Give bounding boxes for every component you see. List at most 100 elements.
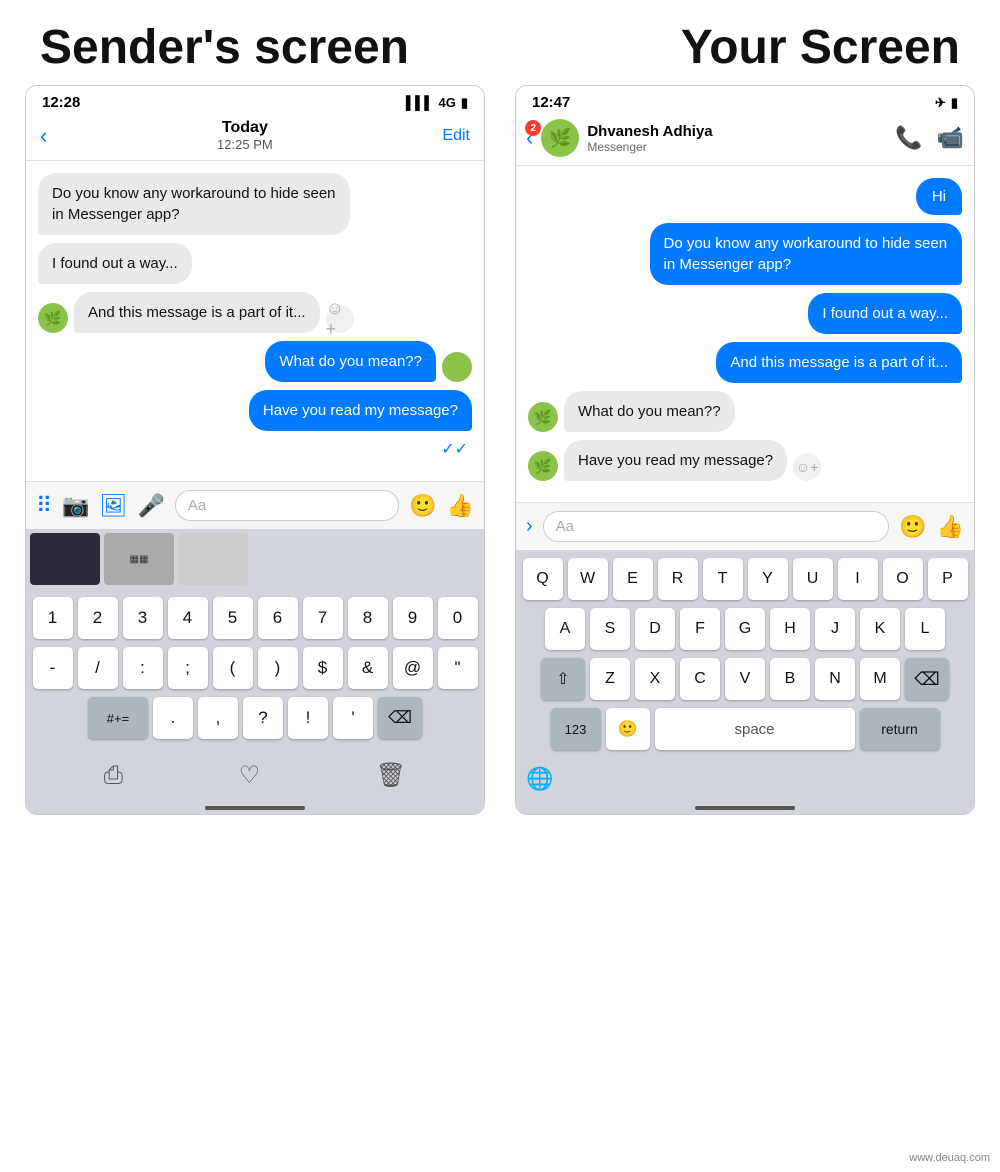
key-F[interactable]: F xyxy=(680,608,720,650)
key-U[interactable]: U xyxy=(793,558,833,600)
sender-input-box[interactable]: Aa xyxy=(175,490,399,521)
key-dollar[interactable]: $ xyxy=(303,647,343,689)
key-minus[interactable]: - xyxy=(33,647,73,689)
key-A[interactable]: A xyxy=(545,608,585,650)
key-T[interactable]: T xyxy=(703,558,743,600)
receiver-thumbsup-icon[interactable]: 👍 xyxy=(937,514,964,540)
apps-icon[interactable]: ⠿ xyxy=(36,493,52,519)
key-4[interactable]: 4 xyxy=(168,597,208,639)
photo-thumb-1[interactable] xyxy=(30,533,100,585)
key-V[interactable]: V xyxy=(725,658,765,700)
space-key[interactable]: space xyxy=(655,708,855,750)
shift-key[interactable]: ⇧ xyxy=(541,658,585,700)
sent-bubble-5: Have you read my message? xyxy=(249,390,472,431)
key-K[interactable]: K xyxy=(860,608,900,650)
receiver-back-button[interactable]: ‹ 2 xyxy=(526,125,533,151)
key-semicolon[interactable]: ; xyxy=(168,647,208,689)
camera-icon[interactable]: 📷 xyxy=(62,493,89,519)
key-I[interactable]: I xyxy=(838,558,878,600)
key-1[interactable]: 1 xyxy=(33,597,73,639)
key-D[interactable]: D xyxy=(635,608,675,650)
share-icon[interactable]: ⎙ xyxy=(104,762,123,790)
key-amp[interactable]: & xyxy=(348,647,388,689)
key-9[interactable]: 9 xyxy=(393,597,433,639)
sender-edit-button[interactable]: Edit xyxy=(442,127,470,145)
receiver-nav-actions: 📞 📹 xyxy=(895,125,964,151)
sender-nav-subtitle: 12:25 PM xyxy=(217,137,273,152)
key-at[interactable]: @ xyxy=(393,647,433,689)
key-S[interactable]: S xyxy=(590,608,630,650)
key-7[interactable]: 7 xyxy=(303,597,343,639)
key-O[interactable]: O xyxy=(883,558,923,600)
key-period[interactable]: . xyxy=(153,697,193,739)
sent-bubble-hi: Hi xyxy=(916,178,962,215)
key-exclaim[interactable]: ! xyxy=(288,697,328,739)
photo-icon[interactable]: 🖼 xyxy=(100,493,128,519)
key-emoji-picker[interactable]: 🙂 xyxy=(606,708,650,750)
key-8[interactable]: 8 xyxy=(348,597,388,639)
thumbsup-icon[interactable]: 👍 xyxy=(447,493,474,519)
key-0[interactable]: 0 xyxy=(438,597,478,639)
key-quote[interactable]: " xyxy=(438,647,478,689)
key-symbols[interactable]: #+= xyxy=(88,697,148,739)
key-R[interactable]: R xyxy=(658,558,698,600)
key-apostrophe[interactable]: ' xyxy=(333,697,373,739)
delete-key[interactable]: ⌫ xyxy=(378,697,422,739)
sender-bottom-bar: ⎙ ♡ 🗑 xyxy=(26,751,484,800)
key-W[interactable]: W xyxy=(568,558,608,600)
key-rparen[interactable]: ) xyxy=(258,647,298,689)
key-3[interactable]: 3 xyxy=(123,597,163,639)
emoji-icon[interactable]: 🙂 xyxy=(409,493,436,519)
kb-row-z: ⇧ Z X C V B N M ⌫ xyxy=(520,658,970,700)
key-X[interactable]: X xyxy=(635,658,675,700)
table-row: Do you know any workaround to hide seen … xyxy=(528,223,962,285)
key-lparen[interactable]: ( xyxy=(213,647,253,689)
key-N[interactable]: N xyxy=(815,658,855,700)
key-C[interactable]: C xyxy=(680,658,720,700)
expand-icon[interactable]: › xyxy=(526,515,533,538)
key-M[interactable]: M xyxy=(860,658,900,700)
key-Z[interactable]: Z xyxy=(590,658,630,700)
key-comma[interactable]: , xyxy=(198,697,238,739)
key-J[interactable]: J xyxy=(815,608,855,650)
photo-thumb-3[interactable] xyxy=(178,533,248,585)
key-Q[interactable]: Q xyxy=(523,558,563,600)
key-colon[interactable]: : xyxy=(123,647,163,689)
key-slash[interactable]: / xyxy=(78,647,118,689)
key-6[interactable]: 6 xyxy=(258,597,298,639)
key-Y[interactable]: Y xyxy=(748,558,788,600)
table-row: What do you mean?? xyxy=(38,341,472,382)
key-question[interactable]: ? xyxy=(243,697,283,739)
key-123[interactable]: 123 xyxy=(551,708,601,750)
key-2[interactable]: 2 xyxy=(78,597,118,639)
sender-nav-title: Today 12:25 PM xyxy=(217,119,273,152)
key-H[interactable]: H xyxy=(770,608,810,650)
delete-key-r[interactable]: ⌫ xyxy=(905,658,949,700)
user-avatar-right xyxy=(442,352,472,382)
globe-icon[interactable]: 🌐 xyxy=(526,766,553,792)
receiver-battery-icon: ▮ xyxy=(951,95,958,111)
sender-back-button[interactable]: ‹ xyxy=(40,123,47,149)
key-G[interactable]: G xyxy=(725,608,765,650)
left-heading: Sender's screen xyxy=(40,20,409,75)
key-5[interactable]: 5 xyxy=(213,597,253,639)
phone-call-icon[interactable]: 📞 xyxy=(895,125,922,151)
key-E[interactable]: E xyxy=(613,558,653,600)
video-call-icon[interactable]: 📹 xyxy=(937,125,964,151)
receiver-emoji-icon[interactable]: 🙂 xyxy=(899,514,926,540)
return-key[interactable]: return xyxy=(860,708,940,750)
photo-thumb-2[interactable]: ▦▦ xyxy=(104,533,174,585)
mic-icon[interactable]: 🎤 xyxy=(137,493,164,519)
key-B[interactable]: B xyxy=(770,658,810,700)
key-L[interactable]: L xyxy=(905,608,945,650)
sender-battery-icon: ▮ xyxy=(461,95,468,111)
trash-icon[interactable]: 🗑 xyxy=(376,761,406,790)
table-row: 🌿 And this message is a part of it... ☺+ xyxy=(38,292,472,333)
reaction-button[interactable]: ☺+ xyxy=(326,305,354,333)
contact-info: Dhvanesh Adhiya Messenger xyxy=(587,123,887,154)
heart-icon[interactable]: ♡ xyxy=(239,761,261,790)
receiver-input-box[interactable]: Aa xyxy=(543,511,890,542)
table-row: Have you read my message? xyxy=(38,390,472,431)
reaction-button-r[interactable]: ☺+ xyxy=(793,453,821,481)
key-P[interactable]: P xyxy=(928,558,968,600)
